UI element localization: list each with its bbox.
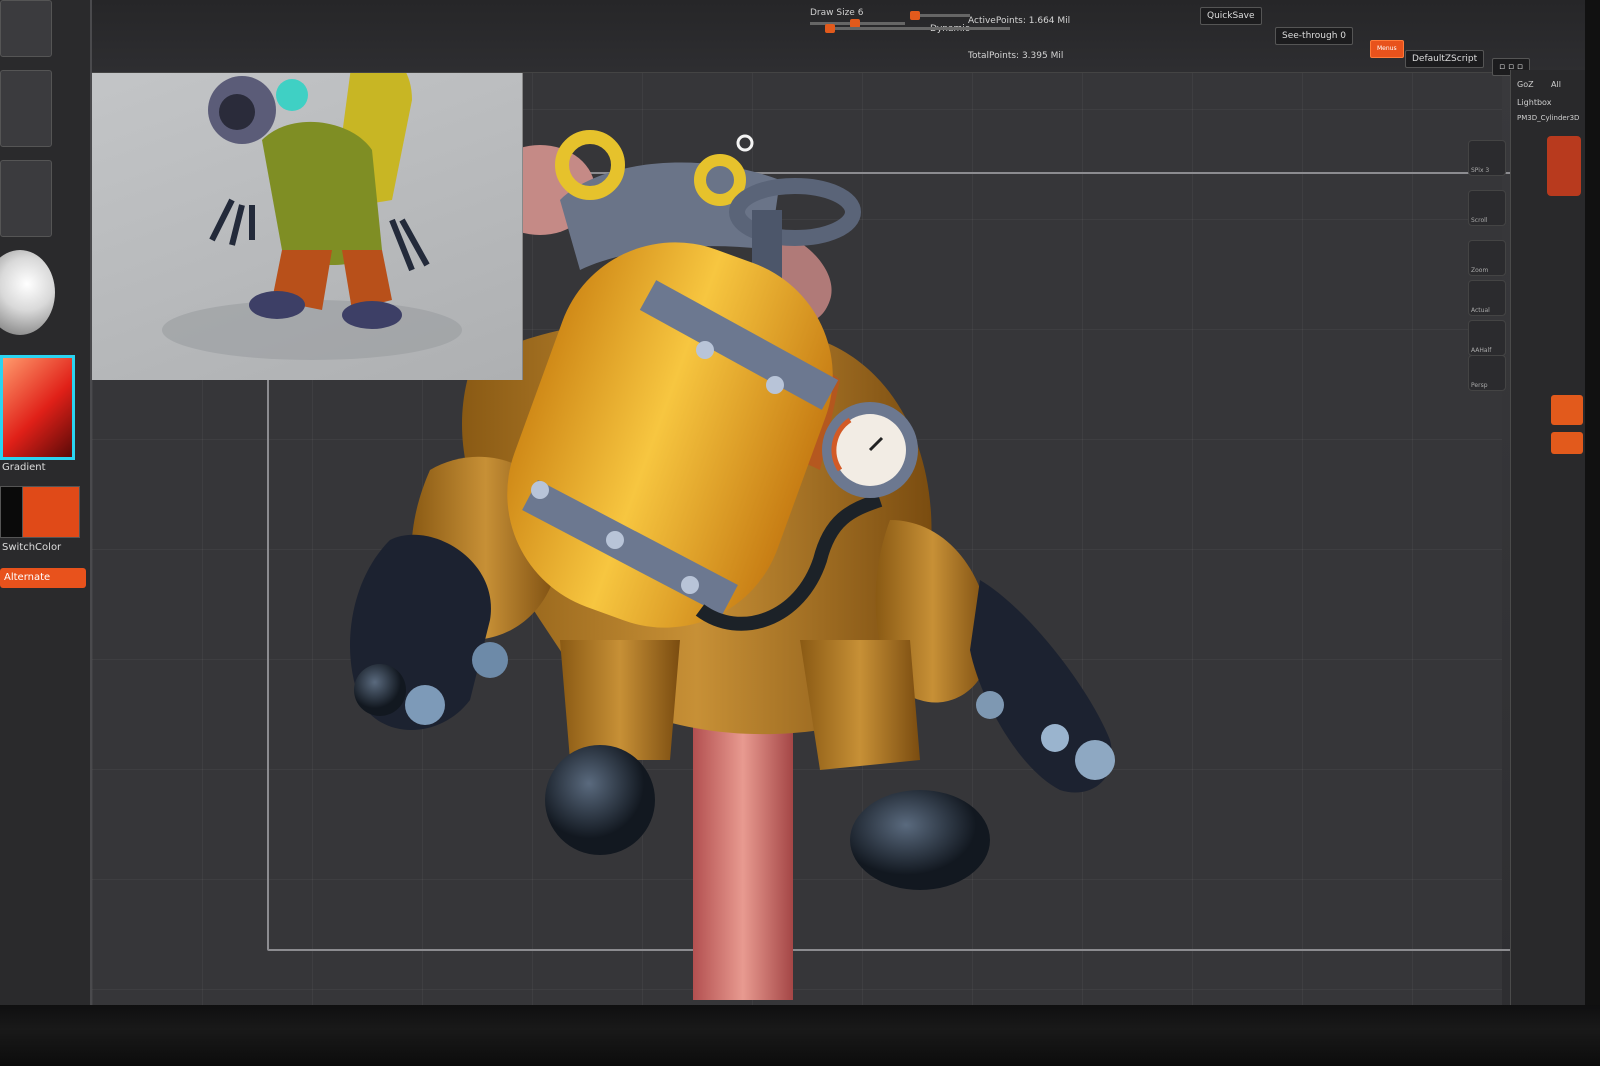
tool-name: PM3D_Cylinder3D xyxy=(1517,114,1580,122)
see-through-slider[interactable]: See-through 0 xyxy=(1275,27,1353,45)
tool-slot-1[interactable] xyxy=(1551,395,1583,425)
persp-button[interactable]: Persp xyxy=(1468,355,1506,391)
rotate-gizmo-icon xyxy=(736,134,754,152)
switch-color-button[interactable]: SwitchColor xyxy=(2,542,61,553)
zoom-button[interactable]: Zoom xyxy=(1468,240,1506,276)
stroke-button[interactable] xyxy=(0,70,52,147)
left-boot xyxy=(545,745,655,855)
right-boot xyxy=(850,790,990,890)
aahalf-button[interactable]: AAHalf xyxy=(1468,320,1506,356)
right-shelf: SPix 3 Scroll Zoom Actual AAHalf Persp xyxy=(1468,130,1508,391)
menus-button[interactable]: Menus xyxy=(1370,40,1404,58)
spix-button[interactable]: SPix 3 xyxy=(1468,140,1506,176)
color-picker[interactable] xyxy=(0,355,75,460)
monitor-bezel-bottom xyxy=(0,1005,1600,1066)
active-points-readout: ActivePoints: 1.664 Mil xyxy=(968,16,1071,26)
alpha-button[interactable] xyxy=(0,160,52,237)
actual-button[interactable]: Actual xyxy=(1468,280,1506,316)
lightbox-button[interactable]: Lightbox xyxy=(1517,98,1551,107)
tool-thumbnail[interactable] xyxy=(1547,136,1581,196)
top-toolbar: Draw Size 6 Dynamic ActivePoints: 1.664 … xyxy=(90,0,1590,76)
all-button[interactable]: All xyxy=(1551,80,1561,89)
default-zscript-button[interactable]: DefaultZScript xyxy=(1405,50,1485,68)
quicksave-button[interactable]: QuickSave xyxy=(1200,7,1262,25)
zbrush-screen: Draw Size 6 Dynamic ActivePoints: 1.664 … xyxy=(0,0,1600,1066)
tool-slot-2[interactable] xyxy=(1551,432,1583,454)
total-points-readout: TotalPoints: 3.395 Mil xyxy=(968,51,1064,61)
gradient-label: Gradient xyxy=(2,462,46,473)
secondary-color-swatch[interactable] xyxy=(0,486,24,538)
top-slider-2[interactable] xyxy=(910,0,970,20)
primary-color-swatch[interactable] xyxy=(22,486,80,538)
monitor-bezel-right xyxy=(1585,0,1600,1066)
tool-palette: GoZ All Lightbox PM3D_Cylinder3D xyxy=(1510,70,1586,1005)
scroll-button[interactable]: Scroll xyxy=(1468,190,1506,226)
goz-button[interactable]: GoZ xyxy=(1517,80,1534,89)
alternate-button[interactable]: Alternate xyxy=(0,568,86,588)
left-tray: Gradient SwitchColor Alternate xyxy=(0,0,92,1005)
brush-button[interactable] xyxy=(0,0,52,57)
material-sphere[interactable] xyxy=(0,250,55,335)
draw-size-label: Draw Size 6 xyxy=(810,8,864,18)
